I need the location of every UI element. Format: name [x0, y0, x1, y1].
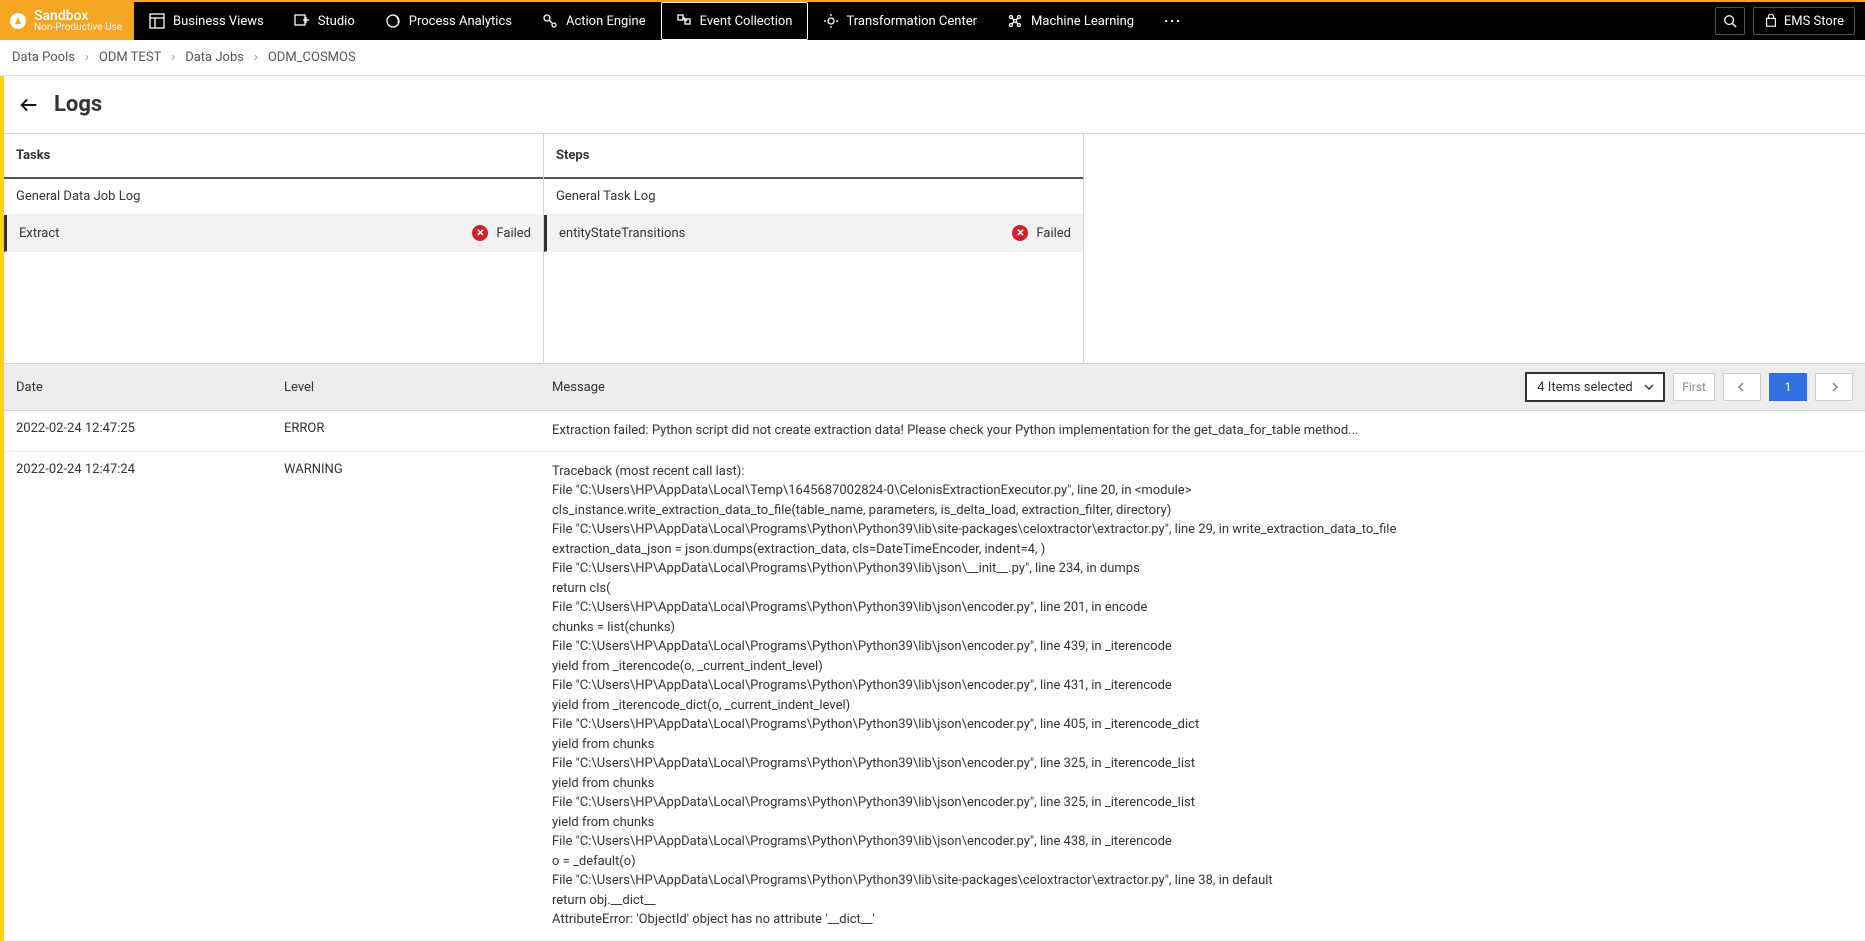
- log-date: 2022-02-24 12:47:24: [16, 462, 284, 477]
- crumb-odm-test[interactable]: ODM TEST: [99, 50, 161, 65]
- brand-title: Sandbox: [34, 9, 122, 23]
- ems-store-button[interactable]: EMS Store: [1753, 7, 1855, 35]
- search-icon: [1723, 14, 1737, 28]
- nav-process-analytics[interactable]: Process Analytics: [370, 2, 527, 40]
- nav-label: Transformation Center: [847, 14, 978, 29]
- log-date: 2022-02-24 12:47:25: [16, 421, 284, 436]
- nav-more-button[interactable]: ⋯: [1149, 11, 1197, 32]
- transformation-icon: [823, 13, 839, 29]
- log-table-body: 2022-02-24 12:47:25 ERROR Extraction fai…: [4, 411, 1865, 941]
- step-status: ✕ Failed: [1012, 225, 1071, 241]
- panels-region: Tasks General Data Job Log Extract ✕ Fai…: [4, 133, 1865, 363]
- top-navbar: Sandbox Non-Productive Use Business View…: [0, 0, 1865, 40]
- ems-store-label: EMS Store: [1784, 14, 1844, 29]
- chevron-right-icon: [1829, 382, 1839, 392]
- log-message: Traceback (most recent call last): File …: [552, 462, 1853, 930]
- log-table-header: Date Level Message 4 Items selected Firs…: [4, 363, 1865, 411]
- task-row-general[interactable]: General Data Job Log: [4, 179, 543, 215]
- crumb-data-pools[interactable]: Data Pools: [12, 50, 75, 65]
- task-row-extract[interactable]: Extract ✕ Failed: [4, 215, 543, 252]
- add-panel-icon: [294, 13, 310, 29]
- event-collection-icon: [676, 13, 692, 29]
- col-header-level: Level: [284, 380, 552, 395]
- chevron-down-icon: [1643, 381, 1655, 393]
- nav-label: Action Engine: [566, 14, 646, 29]
- analytics-icon: [385, 13, 401, 29]
- select-value: 4 Items selected: [1537, 380, 1633, 395]
- nav-machine-learning[interactable]: Machine Learning: [992, 2, 1149, 40]
- breadcrumb: Data Pools › ODM TEST › Data Jobs › ODM_…: [0, 40, 1865, 76]
- pagination-prev-button[interactable]: [1723, 373, 1761, 401]
- ml-icon: [1007, 13, 1023, 29]
- log-message: Extraction failed: Python script did not…: [552, 421, 1853, 441]
- brand-subtitle: Non-Productive Use: [34, 23, 122, 33]
- tasks-panel-header: Tasks: [4, 134, 543, 179]
- status-text: Failed: [496, 226, 531, 241]
- nav-transformation-center[interactable]: Transformation Center: [808, 2, 993, 40]
- step-row-entity-state[interactable]: entityStateTransitions ✕ Failed: [544, 215, 1083, 252]
- back-button[interactable]: [18, 94, 40, 116]
- nav-action-engine[interactable]: Action Engine: [527, 2, 661, 40]
- task-label: General Data Job Log: [16, 189, 140, 204]
- main-nav: Business Views Studio Process Analytics …: [134, 2, 1715, 40]
- steps-panel: Steps General Task Log entityStateTransi…: [544, 134, 1084, 363]
- steps-panel-header: Steps: [544, 134, 1083, 179]
- dashboard-icon: [149, 13, 165, 29]
- chevron-right-icon: ›: [254, 50, 258, 65]
- log-level: ERROR: [284, 421, 552, 436]
- nav-business-views[interactable]: Business Views: [134, 2, 279, 40]
- pagination-page-1[interactable]: 1: [1769, 373, 1807, 401]
- nav-label: Process Analytics: [409, 14, 512, 29]
- crumb-data-jobs[interactable]: Data Jobs: [185, 50, 244, 65]
- log-level: WARNING: [284, 462, 552, 477]
- nav-label: Machine Learning: [1031, 14, 1134, 29]
- page-header: Logs: [4, 76, 1865, 133]
- tasks-panel: Tasks General Data Job Log Extract ✕ Fai…: [4, 134, 544, 363]
- step-row-general[interactable]: General Task Log: [544, 179, 1083, 215]
- crumb-odm-cosmos[interactable]: ODM_COSMOS: [268, 50, 356, 65]
- store-icon: [1764, 14, 1778, 28]
- action-icon: [542, 13, 558, 29]
- error-icon: ✕: [472, 225, 488, 241]
- chevron-right-icon: ›: [171, 50, 175, 65]
- col-header-date: Date: [16, 380, 284, 395]
- nav-label: Business Views: [173, 14, 264, 29]
- chevron-right-icon: ›: [85, 50, 89, 65]
- task-status: ✕ Failed: [472, 225, 531, 241]
- error-icon: ✕: [1012, 225, 1028, 241]
- log-row: 2022-02-24 12:47:25 ERROR Extraction fai…: [4, 411, 1865, 452]
- brand-block[interactable]: Sandbox Non-Productive Use: [0, 2, 134, 40]
- col-header-message: Message: [552, 380, 1525, 395]
- search-button[interactable]: [1715, 7, 1745, 35]
- brand-logo-icon: [8, 11, 28, 31]
- nav-studio[interactable]: Studio: [279, 2, 370, 40]
- chevron-left-icon: [1737, 382, 1747, 392]
- page-title: Logs: [54, 92, 102, 117]
- log-row: 2022-02-24 12:47:24 WARNING Traceback (m…: [4, 452, 1865, 941]
- pagination-first-button[interactable]: First: [1673, 373, 1715, 401]
- level-filter-select[interactable]: 4 Items selected: [1525, 372, 1665, 402]
- nav-label: Studio: [318, 14, 355, 29]
- step-label: General Task Log: [556, 189, 656, 204]
- step-label: entityStateTransitions: [559, 226, 685, 241]
- nav-label: Event Collection: [700, 14, 793, 29]
- status-text: Failed: [1036, 226, 1071, 241]
- nav-event-collection[interactable]: Event Collection: [661, 2, 808, 40]
- pagination-next-button[interactable]: [1815, 373, 1853, 401]
- task-label: Extract: [19, 226, 59, 241]
